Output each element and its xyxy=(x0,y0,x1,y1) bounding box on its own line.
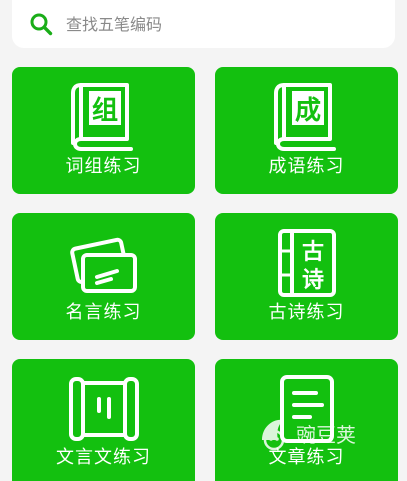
card-label: 成语练习 xyxy=(268,156,345,177)
poem-book-icon: 古 诗 xyxy=(277,229,336,297)
poem-glyph-top: 古 xyxy=(301,239,323,265)
search-icon xyxy=(28,11,54,37)
card-quote-practice[interactable]: 名言练习 xyxy=(12,213,195,340)
card-poem-practice[interactable]: 古 诗 古诗练习 xyxy=(215,213,398,340)
book-icon: 成 xyxy=(273,83,336,151)
card-article-practice[interactable]: 文章练习 xyxy=(215,359,398,481)
card-label: 古诗练习 xyxy=(268,302,345,323)
poem-glyph-bottom: 诗 xyxy=(301,268,323,293)
card-idiom-practice[interactable]: 成 成语练习 xyxy=(215,67,398,194)
search-input[interactable] xyxy=(66,14,366,34)
scroll-icon xyxy=(68,377,139,441)
document-icon xyxy=(279,375,334,443)
card-phrase-practice[interactable]: 组 词组练习 xyxy=(12,67,195,194)
card-label: 词组练习 xyxy=(65,156,142,177)
search-bar[interactable] xyxy=(12,0,395,48)
card-classical-practice[interactable]: 文言文练习 xyxy=(12,359,195,481)
card-label: 名言练习 xyxy=(65,302,142,323)
card-label: 文言文练习 xyxy=(56,447,151,468)
card-label: 文章练习 xyxy=(268,447,345,468)
cards-icon xyxy=(69,237,137,293)
book-glyph: 成 xyxy=(294,96,320,126)
book-icon: 组 xyxy=(70,83,133,151)
book-glyph: 组 xyxy=(91,95,117,126)
